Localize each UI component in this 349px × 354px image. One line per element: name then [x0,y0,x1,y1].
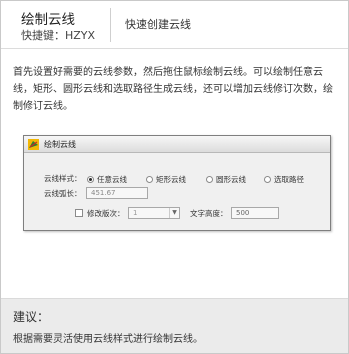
header-divider [110,8,111,42]
suggestion-title: 建议： [13,310,50,324]
revision-select[interactable]: 1 ▼ [128,207,180,219]
radio-select-path[interactable]: 选取路径 [264,174,304,185]
command-help-card: 绘制云线 快捷键：HZYX 快速创建云线 首先设置好需要的云线参数，然后拖住鼠标… [0,0,349,354]
text-height-field[interactable]: 500 [231,207,279,219]
dialog-titlebar[interactable]: 绘制云线 [24,136,330,153]
chevron-down-icon[interactable]: ▼ [169,208,179,218]
radio-free-cloud[interactable]: 任意云线 [87,174,127,185]
text-height-label: 文字高度： [190,209,228,218]
dialog-title: 绘制云线 [44,140,76,149]
app-icon [28,139,39,150]
radio-circle-cloud[interactable]: 圆形云线 [206,174,246,185]
radio-button[interactable] [264,176,271,183]
cloud-line-dialog: 绘制云线 云线样式： 任意云线 矩形云线 圆形云线 选取路径 云线弧长： 451… [23,135,331,231]
command-header: 绘制云线 快捷键：HZYX 快速创建云线 [1,1,348,49]
suggestion-panel: 建议： 根据需要灵活使用云线样式进行绘制云线。 [1,298,348,353]
revision-checkbox[interactable] [75,209,83,217]
radio-label: 圆形云线 [216,175,246,184]
style-label: 云线样式： [44,174,82,183]
radio-label: 任意云线 [97,175,127,184]
arc-length-field[interactable]: 451.67 [86,187,148,199]
revision-label: 修改版次： [87,209,125,218]
revision-value: 1 [133,209,138,217]
radio-rect-cloud[interactable]: 矩形云线 [146,174,186,185]
radio-label: 选取路径 [274,175,304,184]
intro-text: 首先设置好需要的云线参数，然后拖住鼠标绘制云线。可以绘制任意云线，矩形、圆形云线… [13,67,333,112]
arc-length-label: 云线弧长： [44,189,82,198]
radio-button[interactable] [87,176,94,183]
radio-label: 矩形云线 [156,175,186,184]
suggestion-text: 根据需要灵活使用云线样式进行绘制云线。 [13,334,203,345]
radio-button[interactable] [146,176,153,183]
command-shortcut: 快捷键：HZYX [21,29,96,42]
command-description: 快速创建云线 [125,18,191,31]
radio-button[interactable] [206,176,213,183]
command-title: 绘制云线 [21,12,75,28]
